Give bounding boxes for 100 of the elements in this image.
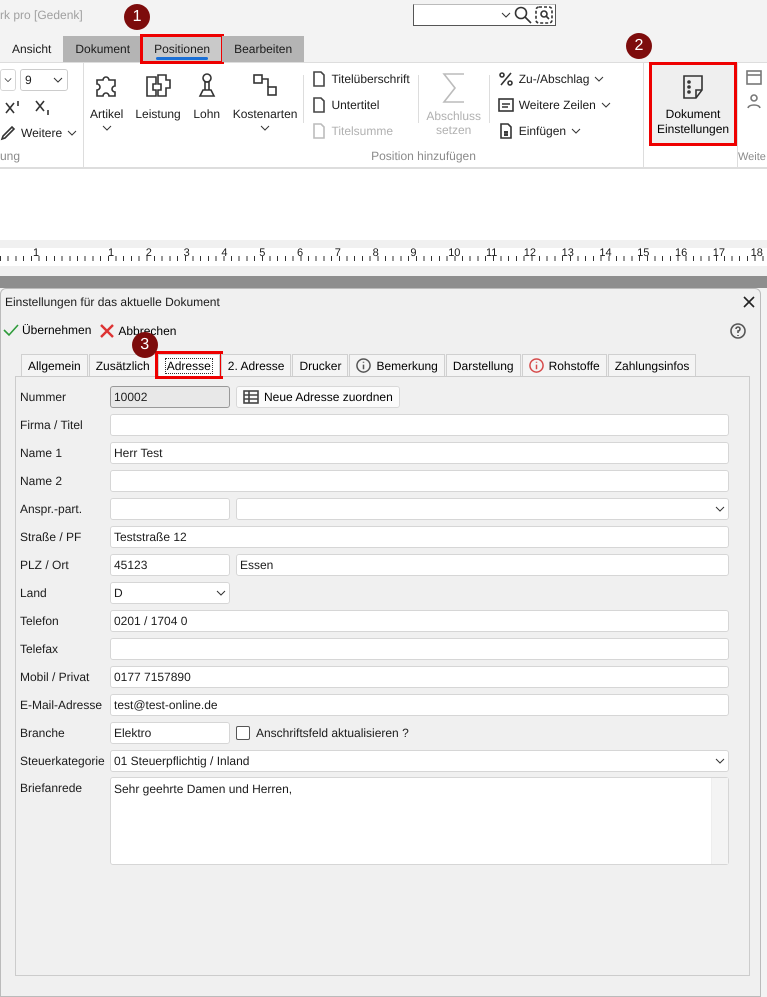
field-label: Anspr.-part. xyxy=(20,502,84,516)
search-icon xyxy=(514,6,532,24)
ribbon-button[interactable]: Kostenarten xyxy=(226,69,304,149)
ruler-number: 10 xyxy=(448,248,460,259)
field-label: Steuerkategorie xyxy=(20,754,104,768)
ribbon-button[interactable]: Untertitel xyxy=(312,95,410,115)
ribbon-button[interactable]: Titelüberschrift xyxy=(312,69,410,89)
input-field[interactable]: Teststraße 12 xyxy=(110,526,729,548)
field-label: Straße / PF xyxy=(20,530,82,544)
selected-indicator xyxy=(156,57,208,60)
brush-icon xyxy=(0,125,16,141)
ruler-number: 7 xyxy=(334,248,341,259)
checkbox[interactable] xyxy=(236,726,250,740)
chevron-down-icon xyxy=(53,77,63,83)
input-field[interactable] xyxy=(110,414,729,436)
table-icon xyxy=(243,390,259,404)
step-badge: 1 xyxy=(124,4,150,30)
ribbon-tab[interactable]: Ansicht xyxy=(0,36,64,62)
ribbon-button[interactable]: Leistung xyxy=(129,69,187,149)
chevron-down-icon xyxy=(715,758,725,764)
dropdown-field[interactable]: 01 Steuerpflichtig / Inland xyxy=(110,750,729,772)
document-table-icon xyxy=(498,123,514,139)
input-field[interactable] xyxy=(110,470,729,492)
field-label: Name 1 xyxy=(20,446,64,460)
document-settings-button[interactable]: Dokument Einstellungen xyxy=(652,65,734,143)
field-label: Telefax xyxy=(20,642,60,656)
dialog-tab[interactable]: Bemerkung xyxy=(349,354,445,376)
dialog-tab[interactable]: Adresse xyxy=(158,354,220,376)
page-icon xyxy=(312,71,326,87)
ruler-number: 8 xyxy=(372,248,379,259)
more-formatting-button[interactable]: Weitere xyxy=(0,123,83,143)
ribbon-button[interactable]: Artikel xyxy=(84,69,130,149)
window-title: rk pro [Gedenk] xyxy=(0,8,83,22)
group-label: ung xyxy=(0,149,20,165)
input-field[interactable]: 45123 xyxy=(110,554,230,576)
update-address-checkbox[interactable]: Anschriftsfeld aktualisieren ? xyxy=(236,726,409,740)
ruler-number: 1 xyxy=(108,248,114,259)
connected-nodes-icon xyxy=(251,71,280,99)
ruler-number: 1 xyxy=(33,248,40,259)
input-field[interactable]: 10002 xyxy=(110,386,230,408)
puzzle-pieces-icon xyxy=(144,71,172,99)
chevron-down-icon xyxy=(571,128,582,134)
ruler-number: 11 xyxy=(486,248,498,259)
input-field[interactable]: 0201 / 1704 0 xyxy=(110,610,729,632)
chevron-down-icon xyxy=(216,590,226,596)
ribbon-tab[interactable]: Positionen xyxy=(142,36,222,62)
ruler-number: 6 xyxy=(297,248,304,259)
chevron-down-icon xyxy=(4,77,12,83)
ruler-number: 17 xyxy=(712,248,726,259)
percent-icon xyxy=(498,71,514,87)
ruler[interactable]: 1 1 2 3 4 5 6 7 8 9 10 11 12 13 14 15 16 17 18 xyxy=(0,248,767,266)
group-label: Position hinzufügen xyxy=(370,149,476,165)
input-field[interactable]: Elektro xyxy=(110,722,230,744)
font-dropdown[interactable] xyxy=(0,69,16,91)
text-area[interactable]: Sehr geehrte Damen und Herren, xyxy=(110,777,729,865)
ruler-number: 18 xyxy=(750,248,763,259)
ruler-number: 13 xyxy=(562,248,574,259)
ruler-number: 4 xyxy=(221,248,228,259)
splitter-bar[interactable] xyxy=(0,276,767,288)
person-icon xyxy=(746,93,762,109)
ruler-number: 14 xyxy=(599,248,612,259)
field-label: Branche xyxy=(20,726,66,740)
dialog-tab[interactable]: Darstellung xyxy=(446,354,521,376)
chevron-down-icon xyxy=(500,12,511,18)
field-label: Nummer xyxy=(20,390,68,404)
assign-address-button[interactable]: Neue Adresse zuordnen xyxy=(236,386,400,408)
ribbon-button[interactable]: Lohn xyxy=(186,69,227,149)
dialog-tab[interactable]: 2. Adresse xyxy=(220,354,292,376)
chevron-down-icon xyxy=(67,130,78,136)
ruler-number: 2 xyxy=(146,248,152,259)
ribbon-tab[interactable]: Dokument xyxy=(63,36,142,62)
dialog-tab[interactable]: Drucker xyxy=(292,354,348,376)
dialog-tab[interactable]: Zahlungsinfos xyxy=(608,354,696,376)
input-field[interactable] xyxy=(110,498,230,520)
ruler-number: 15 xyxy=(637,248,650,259)
search-field[interactable] xyxy=(412,4,556,26)
input-field[interactable]: Essen xyxy=(236,554,729,576)
input-field[interactable]: test@test-online.de xyxy=(110,694,729,716)
chevron-down-icon xyxy=(600,102,611,108)
dropdown-field[interactable]: D xyxy=(110,582,230,604)
input-field[interactable]: Herr Test xyxy=(110,442,729,464)
dropdown-field[interactable] xyxy=(236,498,729,520)
ribbon-menu-button[interactable]: Einfügen xyxy=(498,121,611,141)
window-lines-icon xyxy=(498,97,514,113)
chevron-down-icon xyxy=(594,76,604,82)
page-icon xyxy=(312,97,326,113)
font-size-dropdown[interactable]: 9 xyxy=(20,69,68,91)
ribbon-tab[interactable]: Bearbeiten xyxy=(222,36,304,62)
ruler-number: 3 xyxy=(184,248,190,259)
close-icon xyxy=(742,295,756,309)
dialog-tab[interactable]: Rohstoffe xyxy=(522,354,607,376)
scrollbar[interactable] xyxy=(711,778,728,864)
dialog-tab[interactable]: Zusätzlich xyxy=(88,354,157,376)
ribbon-menu-button[interactable]: Weitere Zeilen xyxy=(498,95,611,115)
ribbon-menu-button[interactable]: Zu-/Abschlag xyxy=(498,69,611,89)
toolbar-button[interactable]: Übernehmen xyxy=(3,323,92,337)
input-field[interactable]: 0177 7157890 xyxy=(110,666,729,688)
field-label: Land xyxy=(20,586,48,600)
dialog-tab[interactable]: Allgemein xyxy=(21,354,88,376)
input-field[interactable] xyxy=(110,638,729,660)
